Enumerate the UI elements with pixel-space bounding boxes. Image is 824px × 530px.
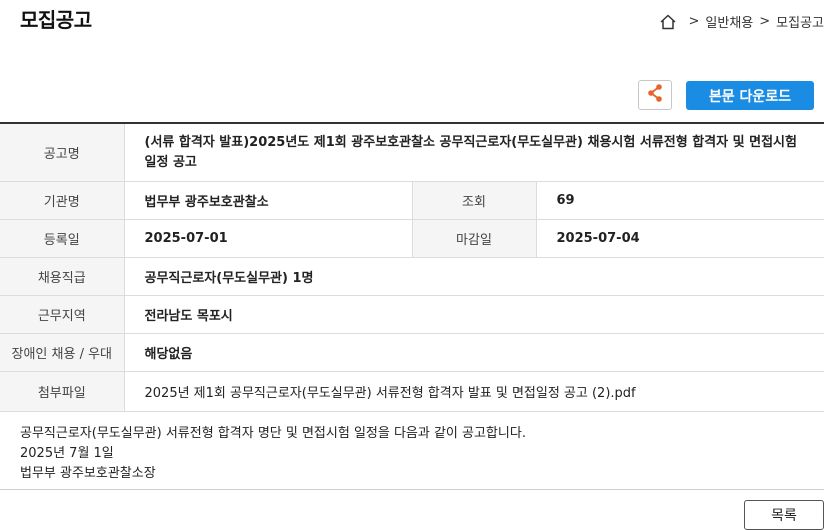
table-row: 근무지역 전라남도 목포시 xyxy=(0,295,824,334)
page-title: 모집공고 xyxy=(20,8,92,32)
breadcrumb-item-general-hiring[interactable]: 일반채용 xyxy=(705,12,753,31)
list-button[interactable]: 목록 xyxy=(744,500,824,530)
region-value: 전라남도 목포시 xyxy=(124,295,824,334)
disability-value: 해당없음 xyxy=(124,333,824,372)
body-line: 공무직근로자(무도실무관) 서류전형 합격자 명단 및 면접시험 일정을 다음과… xyxy=(20,426,526,441)
table-row: 등록일 2025-07-01 마감일 2025-07-04 xyxy=(0,219,824,258)
notice-body: 공무직근로자(무도실무관) 서류전형 합격자 명단 및 면접시험 일정을 다음과… xyxy=(0,412,824,490)
share-icon xyxy=(646,83,664,107)
table-row: 공고명 (서류 합격자 발표)2025년도 제1회 광주보호관찰소 공무직근로자… xyxy=(0,123,824,182)
deadline-value: 2025-07-04 xyxy=(536,219,824,258)
position-value: 공무직근로자(무도실무관) 1명 xyxy=(124,257,824,296)
download-body-button[interactable]: 본문 다운로드 xyxy=(686,81,814,110)
home-icon[interactable] xyxy=(659,13,677,31)
agency-value: 법무부 광주보호관찰소 xyxy=(124,181,412,220)
registered-value: 2025-07-01 xyxy=(124,219,412,258)
breadcrumb-item-notice[interactable]: 모집공고 xyxy=(776,12,824,31)
breadcrumb-separator: > xyxy=(688,14,700,29)
position-label: 채용직급 xyxy=(0,257,125,296)
agency-label: 기관명 xyxy=(0,181,125,220)
notice-info-table: 공고명 (서류 합격자 발표)2025년도 제1회 광주보호관찰소 공무직근로자… xyxy=(0,122,824,412)
body-line: 2025년 7월 1일 xyxy=(20,446,114,461)
breadcrumb: > 일반채용 > 모집공고 xyxy=(659,12,824,31)
views-label: 조회 xyxy=(411,181,537,220)
share-button[interactable] xyxy=(638,80,672,110)
disability-label: 장애인 채용 / 우대 xyxy=(0,333,125,372)
table-row: 장애인 채용 / 우대 해당없음 xyxy=(0,333,824,372)
views-value: 69 xyxy=(536,181,824,220)
notice-title-label: 공고명 xyxy=(0,123,125,182)
table-row: 기관명 법무부 광주보호관찰소 조회 69 xyxy=(0,181,824,220)
registered-label: 등록일 xyxy=(0,219,125,258)
attachment-label: 첨부파일 xyxy=(0,371,125,412)
notice-title: (서류 합격자 발표)2025년도 제1회 광주보호관찰소 공무직근로자(무도실… xyxy=(124,123,824,182)
table-row: 첨부파일 2025년 제1회 공무직근로자(무도실무관) 서류전형 합격자 발표… xyxy=(0,371,824,412)
region-label: 근무지역 xyxy=(0,295,125,334)
body-line: 법무부 광주보호관찰소장 xyxy=(20,466,156,481)
breadcrumb-separator: > xyxy=(759,14,771,29)
deadline-label: 마감일 xyxy=(411,219,537,258)
table-row: 채용직급 공무직근로자(무도실무관) 1명 xyxy=(0,257,824,296)
attachment-link[interactable]: 2025년 제1회 공무직근로자(무도실무관) 서류전형 합격자 발표 및 면접… xyxy=(124,371,824,412)
